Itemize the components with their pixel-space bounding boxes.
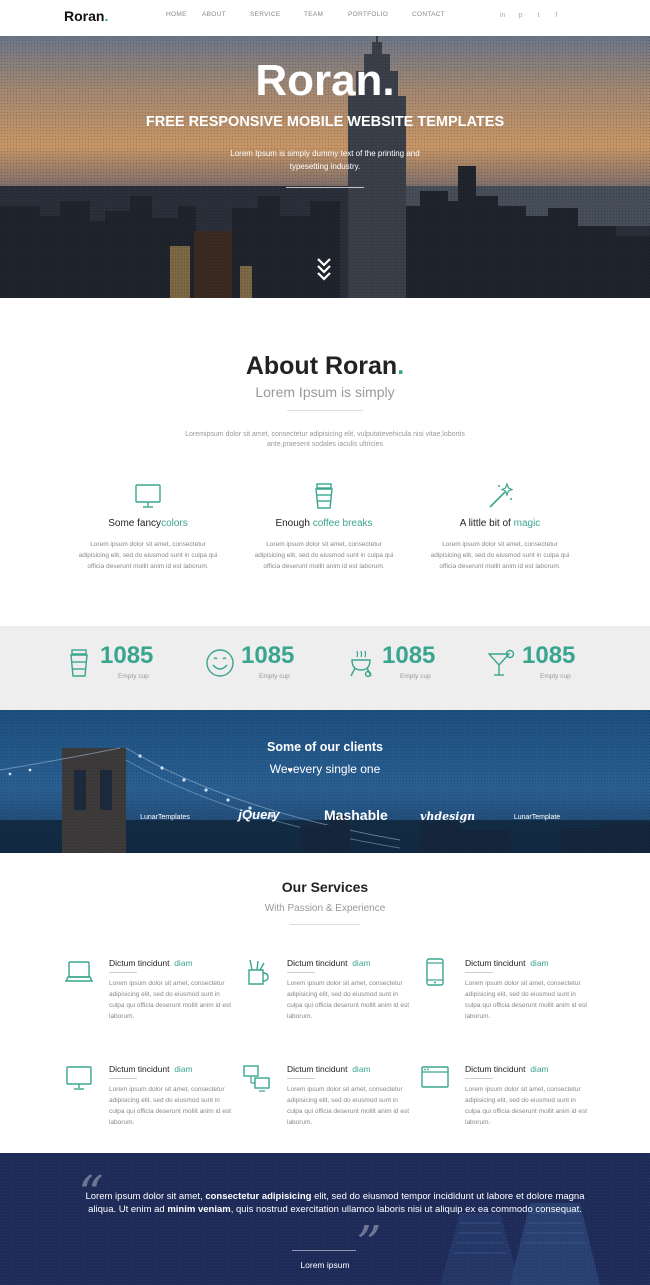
stat-counter: 1085 Empty cup [64, 642, 214, 697]
feature-body: Lorem ipsum dolor sit amet, consectetur … [254, 541, 394, 570]
nav-about[interactable]: ABOUT [202, 11, 242, 18]
feature-title: A little bit of magic [459, 518, 541, 529]
clients-title: Some of our clients [267, 740, 383, 754]
cocktail-icon [487, 649, 515, 676]
feature-body: Lorem ipsum dolor sit amet, consectetur … [78, 541, 218, 570]
feature-body: Lorem ipsum dolor sit amet, consectetur … [430, 541, 570, 570]
testimonial-author: Lorem ipsum [300, 1260, 350, 1270]
service-divider [465, 972, 493, 973]
stat-value: 1085 [100, 642, 154, 669]
brand-logo[interactable]: Roran. [64, 8, 108, 24]
twitter-icon[interactable]: t [534, 12, 543, 19]
social-links: in p t f [498, 12, 561, 19]
client-logo-vhdesign[interactable]: vhdesign [420, 810, 475, 823]
service-body: Lorem ipsum dolor sit amet, consectetur … [465, 1086, 587, 1126]
about-divider [287, 410, 363, 411]
service-divider [465, 1078, 493, 1079]
service-item: Dictum tincidunt diam Lorem ipsum dolor … [421, 1064, 587, 1144]
service-divider [109, 1078, 137, 1079]
services-subtitle: With Passion & Experience [264, 903, 386, 914]
stats-band: 1085 Empty cup 1085 Empty cup 1085 Empty… [0, 626, 650, 710]
service-item: Dictum tincidunt diam Lorem ipsum dolor … [243, 958, 409, 1038]
stat-counter: 1085 Empty cup [205, 642, 355, 697]
clients-band: Some of our clients We♥every single one … [0, 710, 650, 853]
monitor-icon [66, 1066, 92, 1090]
service-body: Lorem ipsum dolor sit amet, consectetur … [109, 980, 231, 1020]
stat-label: Empty cup [118, 673, 149, 680]
stat-label: Empty cup [540, 673, 571, 680]
service-divider [287, 972, 315, 973]
stat-value: 1085 [382, 642, 436, 669]
service-item: Dictum tincidunt diam Lorem ipsum dolor … [421, 958, 587, 1038]
nav-portfolio[interactable]: PORTFOLIO [348, 11, 404, 18]
service-title: Dictum tincidunt diam [109, 958, 193, 968]
pencil-cup-icon [248, 959, 269, 985]
client-logo-lunartemplate[interactable]: LunarTemplate [510, 814, 564, 821]
tablet-icon [426, 958, 444, 986]
pinterest-icon[interactable]: p [516, 12, 525, 19]
top-navbar: Roran. HOME ABOUT SERVICE TEAM PORTFOLIO… [0, 0, 650, 36]
linkedin-icon[interactable]: in [498, 12, 507, 19]
scroll-down-chevron-icon[interactable] [316, 256, 332, 282]
clients-subtitle: We♥every single one [269, 762, 381, 776]
smiley-icon [206, 649, 234, 677]
service-body: Lorem ipsum dolor sit amet, consectetur … [287, 980, 409, 1020]
hero-banner: Roran. FREE RESPONSIVE MOBILE WEBSITE TE… [0, 36, 650, 298]
stat-counter: 1085 Empty cup [346, 642, 496, 697]
nav-team[interactable]: TEAM [304, 11, 342, 18]
testimonial-text: Lorem ipsum dolor sit amet, consectetur … [85, 1191, 585, 1215]
facebook-icon[interactable]: f [552, 12, 561, 19]
about-subtitle: Lorem Ipsum is simply [255, 384, 395, 400]
laptop-icon [65, 961, 93, 982]
feature-title: Some fancycolors [108, 518, 188, 529]
coffee-cup-icon [315, 483, 333, 509]
monitor-icon [135, 484, 161, 508]
stat-label: Empty cup [259, 673, 290, 680]
service-body: Lorem ipsum dolor sit amet, consectetur … [109, 1086, 231, 1126]
network-icon [243, 1065, 270, 1092]
about-description: Loremipsum dolor sit amet, consectetur a… [185, 431, 465, 448]
service-divider [109, 972, 137, 973]
service-title: Dictum tincidunt diam [287, 1064, 371, 1074]
service-item: Dictum tincidunt diam Lorem ipsum dolor … [65, 1064, 231, 1144]
hero-subtitle: FREE RESPONSIVE MOBILE WEBSITE TEMPLATES [145, 114, 505, 130]
testimonial-band: “ ” Lorem ipsum dolor sit amet, consecte… [0, 1153, 650, 1285]
service-title: Dictum tincidunt diam [287, 958, 371, 968]
hero-description: Lorem Ipsum is simply dummy text of the … [230, 149, 420, 171]
magic-wand-icon [489, 482, 514, 508]
cup-icon [70, 649, 88, 677]
service-item: Dictum tincidunt diam Lorem ipsum dolor … [243, 1064, 409, 1144]
service-body: Lorem ipsum dolor sit amet, consectetur … [465, 980, 587, 1020]
services-title: Our Services [281, 879, 369, 895]
service-item: Dictum tincidunt diam Lorem ipsum dolor … [65, 958, 231, 1038]
main-menu: HOME ABOUT SERVICE TEAM PORTFOLIO CONTAC… [158, 11, 452, 18]
nav-service[interactable]: SERVICE [250, 11, 300, 18]
stat-counter: 1085 Empty cup [486, 642, 636, 697]
stat-value: 1085 [522, 642, 576, 669]
service-title: Dictum tincidunt diam [109, 1064, 193, 1074]
browser-window-icon [421, 1066, 449, 1088]
client-logo-jquery[interactable]: jQuery [232, 807, 286, 822]
services-divider [290, 924, 360, 925]
hero-title: Roran. [255, 56, 395, 105]
client-logo-mashable[interactable]: Mashable [324, 807, 388, 823]
service-body: Lorem ipsum dolor sit amet, consectetur … [287, 1086, 409, 1126]
nav-home[interactable]: HOME [166, 11, 196, 18]
feature-title: Enough coffee breaks [275, 518, 373, 529]
hero-divider [286, 187, 364, 188]
client-logo-lunartemplates[interactable]: LunarTemplates [138, 814, 192, 821]
service-title: Dictum tincidunt diam [465, 1064, 549, 1074]
grill-icon [350, 650, 372, 678]
about-title: About Roran. [245, 352, 405, 380]
stat-label: Empty cup [400, 673, 431, 680]
service-title: Dictum tincidunt diam [465, 958, 549, 968]
testimonial-divider [292, 1250, 356, 1251]
stat-value: 1085 [241, 642, 295, 669]
nav-contact[interactable]: CONTACT [412, 11, 452, 18]
service-divider [287, 1078, 315, 1079]
